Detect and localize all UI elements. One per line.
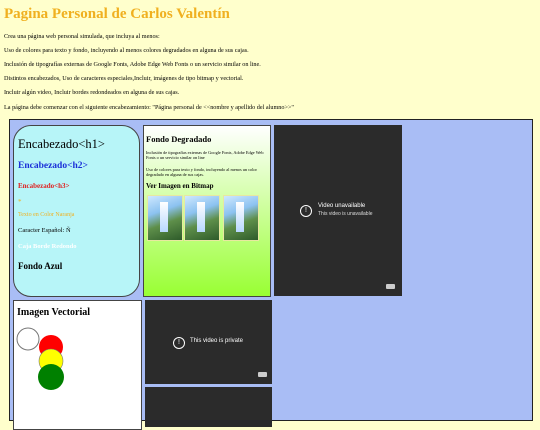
video-private-text: This video is private: [190, 338, 244, 344]
requirement-fonts: Inclusión de tipografías externas de Goo…: [4, 61, 261, 68]
youtube-logo-icon[interactable]: [258, 372, 267, 377]
page-title: Pagina Personal de Carlos Valentín: [4, 6, 230, 22]
youtube-logo-icon[interactable]: [386, 284, 395, 289]
traffic-light-image: [16, 327, 64, 390]
bitmap-thumbnail[interactable]: [147, 195, 183, 241]
gradient-title: Fondo Degradado: [146, 134, 212, 144]
requirement-colors: Uso de colores para texto y fondo, inclu…: [4, 47, 249, 54]
video-error-title: Video unavailable: [318, 203, 366, 209]
colors-text: Uso de colores para texto y fondo, inclu…: [146, 167, 257, 177]
requirement-headings: Distintos encabezados, Uso de caracteres…: [4, 75, 244, 82]
rounded-box-text: Caja Borde Redondo: [18, 243, 77, 250]
bitmap-title: Ver Imagen en Bitmap: [146, 182, 214, 190]
bitmap-thumbnail[interactable]: [223, 195, 259, 241]
heading-h3: Encabezado<h3>: [18, 182, 70, 190]
headings-box: Encabezado<h1> Encabezado<h2> Encabezado…: [13, 125, 140, 297]
intro-paragraph: Crea una página web personal simulada, q…: [4, 33, 160, 40]
heading-h2: Encabezado<h2>: [18, 161, 88, 171]
bitmap-thumbnail[interactable]: [184, 195, 220, 241]
video-player-private[interactable]: ! This video is private: [145, 300, 272, 384]
vector-title: Imagen Vectorial: [17, 307, 91, 318]
light-off: [16, 327, 40, 351]
light-green: [38, 364, 64, 390]
video-player-extra[interactable]: [145, 387, 272, 427]
blue-background-text: Fondo Azul: [18, 261, 63, 271]
heading-h1: Encabezado<h1>: [18, 137, 105, 151]
vector-box: Imagen Vectorial: [13, 300, 142, 430]
requirement-header: La página debe comenzar con el siguiente…: [4, 104, 294, 111]
special-character-text: Caracter Español: Ñ: [18, 227, 71, 234]
info-icon: !: [173, 337, 185, 349]
content-frame: Encabezado<h1> Encabezado<h2> Encabezado…: [9, 119, 533, 430]
info-icon: !: [300, 205, 312, 217]
fonts-text: Inclusión de tipografías externas de Goo…: [146, 150, 264, 160]
gradient-box: Fondo Degradado Inclusión de tipografías…: [143, 125, 271, 297]
bullet-mark: *: [18, 198, 22, 206]
video-player[interactable]: ! Video unavailable This video is unavai…: [274, 125, 402, 296]
requirement-video: Incluir algún video, Incluir bordes redo…: [4, 89, 180, 96]
orange-text: Texto en Color Naranja: [18, 212, 75, 218]
video-error-subtitle: This video is unavailable: [318, 211, 373, 217]
